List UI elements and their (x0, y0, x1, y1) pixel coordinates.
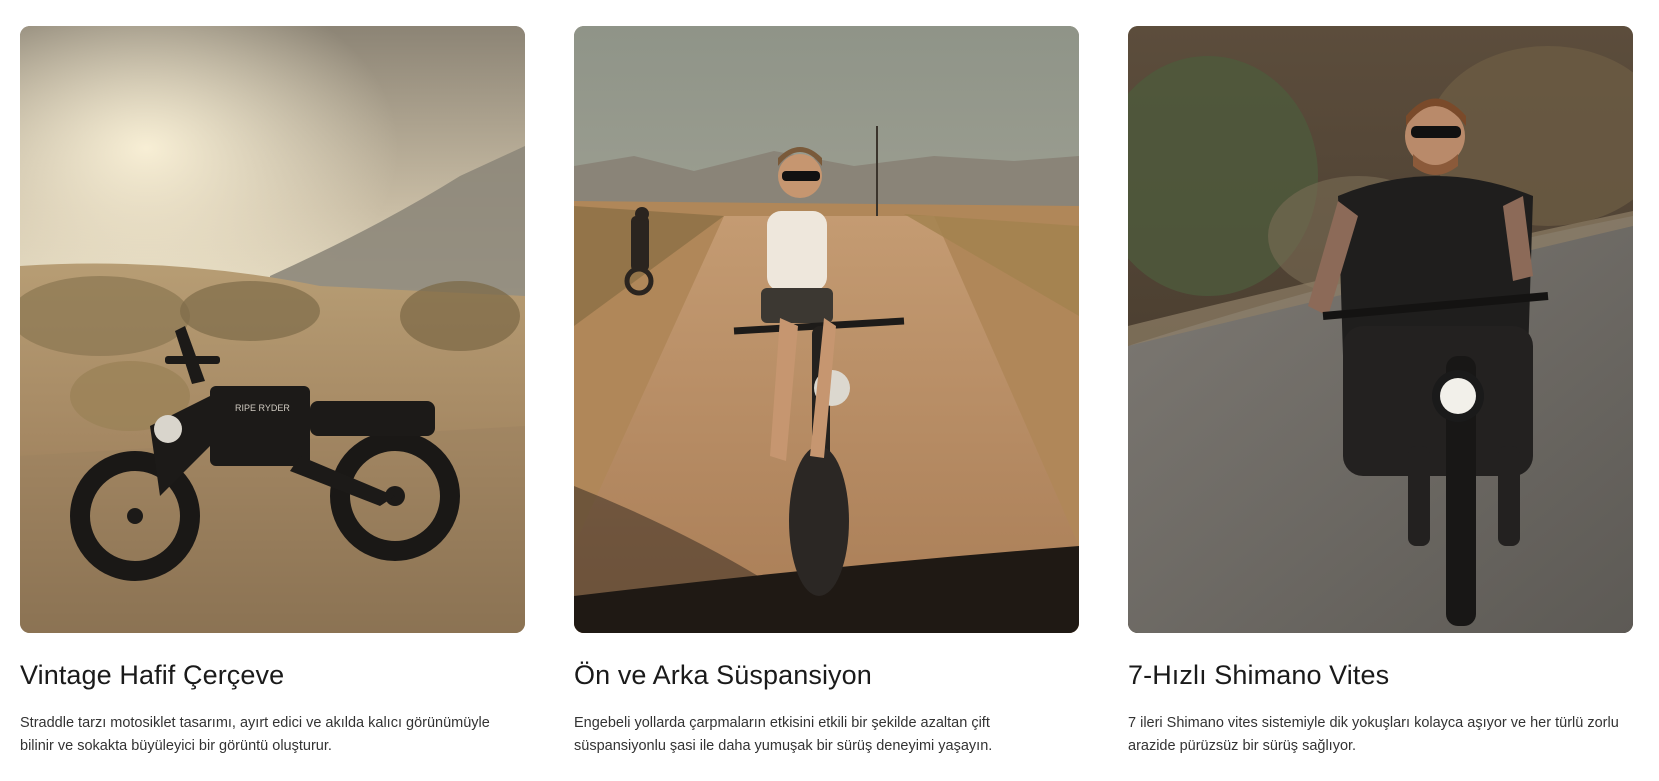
bike-brand-mark: RIPE RYDER (235, 403, 290, 413)
feature-title-suspension: Ön ve Arka Süspansiyon (574, 660, 872, 690)
feature-description-suspension: Engebeli yollarda çarpmaların etkisini e… (574, 715, 993, 754)
feature-image-suspension (574, 26, 1079, 633)
desert-bike-photo: RIPE RYDER (20, 26, 525, 633)
feature-section: RIPE RYDER Vintage Hafif Çerçeve Straddl… (0, 0, 1659, 781)
feature-description-frame: Straddle tarzı motosiklet tasarımı, ayır… (20, 715, 490, 754)
feature-image-frame: RIPE RYDER (20, 26, 525, 633)
feature-title-frame: Vintage Hafif Çerçeve (20, 660, 285, 690)
feature-description-gears: 7 ileri Shimano vites sistemiyle dik yok… (1128, 715, 1619, 754)
feature-title-gears: 7-Hızlı Shimano Vites (1128, 660, 1390, 690)
feature-card-gears: 7-Hızlı Shimano Vites 7 ileri Shimano vi… (1128, 26, 1633, 758)
feature-image-gears (1128, 26, 1633, 633)
feature-card-suspension: Ön ve Arka Süspansiyon Engebeli yollarda… (574, 26, 1079, 758)
asphalt-rider-photo (1128, 26, 1633, 633)
dirt-road-rider-photo (574, 26, 1079, 633)
feature-card-frame: RIPE RYDER Vintage Hafif Çerçeve Straddl… (20, 26, 525, 758)
